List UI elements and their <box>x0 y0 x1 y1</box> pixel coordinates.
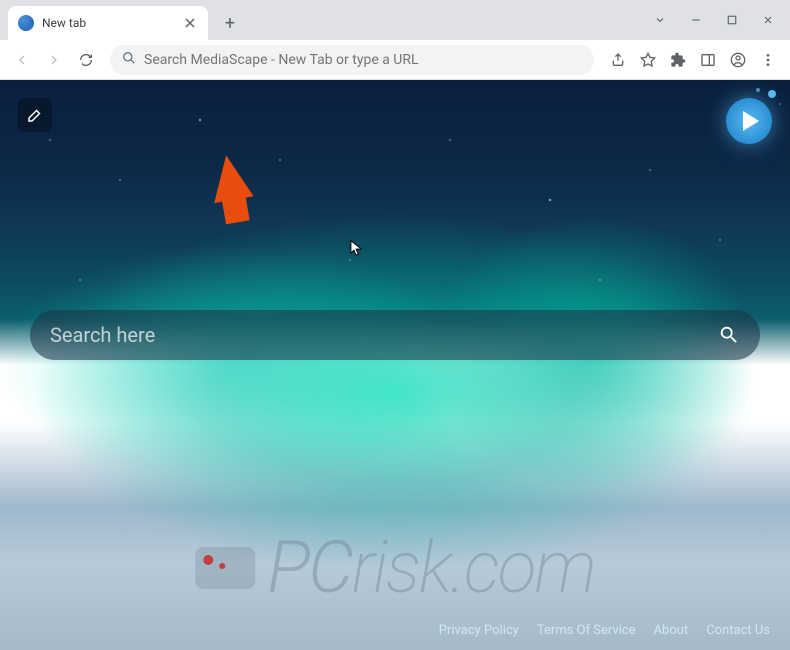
search-icon <box>122 50 136 69</box>
footer-link-about[interactable]: About <box>654 623 689 638</box>
tab-favicon-icon <box>18 15 34 31</box>
minimize-button[interactable] <box>682 8 710 32</box>
search-submit-button[interactable] <box>718 324 740 346</box>
search-tabs-icon[interactable] <box>646 8 674 32</box>
close-tab-icon[interactable] <box>182 15 198 31</box>
edit-background-button[interactable] <box>18 98 52 132</box>
media-play-button[interactable] <box>726 98 772 144</box>
address-bar[interactable] <box>110 45 594 75</box>
footer-link-terms[interactable]: Terms Of Service <box>537 623 636 638</box>
new-tab-button[interactable]: + <box>216 9 244 37</box>
page-content: PCrisk.com Privacy Policy Terms Of Servi… <box>0 80 790 650</box>
tab-title: New tab <box>42 16 174 30</box>
search-input[interactable] <box>50 323 718 347</box>
sidepanel-icon[interactable] <box>694 46 722 74</box>
play-icon <box>743 111 759 131</box>
forward-button[interactable] <box>40 46 68 74</box>
background-image <box>0 80 790 650</box>
menu-icon[interactable] <box>754 46 782 74</box>
browser-toolbar <box>0 40 790 80</box>
bookmark-icon[interactable] <box>634 46 662 74</box>
omnibox-input[interactable] <box>144 52 582 68</box>
footer-link-contact[interactable]: Contact Us <box>706 623 770 638</box>
profile-icon[interactable] <box>724 46 752 74</box>
share-icon[interactable] <box>604 46 632 74</box>
extensions-icon[interactable] <box>664 46 692 74</box>
footer-links: Privacy Policy Terms Of Service About Co… <box>419 611 790 650</box>
footer-link-privacy[interactable]: Privacy Policy <box>439 623 519 638</box>
window-controls <box>646 8 782 32</box>
reload-button[interactable] <box>72 46 100 74</box>
search-bar[interactable] <box>30 310 760 360</box>
maximize-button[interactable] <box>718 8 746 32</box>
close-window-button[interactable] <box>754 8 782 32</box>
browser-tab[interactable]: New tab <box>8 6 208 40</box>
back-button[interactable] <box>8 46 36 74</box>
browser-tab-strip: New tab + <box>0 0 790 40</box>
